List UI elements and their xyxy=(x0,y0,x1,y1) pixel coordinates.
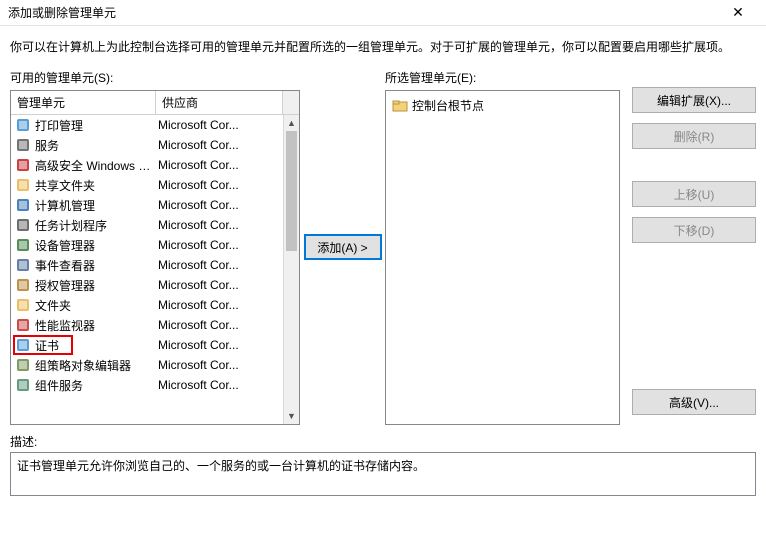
snapin-vendor: Microsoft Cor... xyxy=(158,278,295,292)
window-title: 添加或删除管理单元 xyxy=(8,4,718,21)
folder-icon xyxy=(15,177,31,193)
computer-icon xyxy=(15,197,31,213)
snapin-vendor: Microsoft Cor... xyxy=(158,338,295,352)
snapin-vendor: Microsoft Cor... xyxy=(158,198,295,212)
description-box: 证书管理单元允许你浏览自己的、一个服务的或一台计算机的证书存储内容。 xyxy=(10,452,756,496)
move-up-button[interactable]: 上移(U) xyxy=(632,181,756,207)
snapin-name: 高级安全 Windows De... xyxy=(35,157,158,174)
snapin-row[interactable]: 任务计划程序Microsoft Cor... xyxy=(11,215,299,235)
snapin-vendor: Microsoft Cor... xyxy=(158,138,295,152)
snapin-name: 共享文件夹 xyxy=(35,177,158,194)
snapin-vendor: Microsoft Cor... xyxy=(158,178,295,192)
snapin-row[interactable]: 高级安全 Windows De...Microsoft Cor... xyxy=(11,155,299,175)
scroll-thumb[interactable] xyxy=(286,131,297,251)
list-header: 管理单元 供应商 xyxy=(11,91,299,115)
header-name[interactable]: 管理单元 xyxy=(11,91,156,114)
snapin-row[interactable]: 设备管理器Microsoft Cor... xyxy=(11,235,299,255)
snapin-row[interactable]: 组件服务Microsoft Cor... xyxy=(11,375,299,395)
snapin-row[interactable]: 文件夹Microsoft Cor... xyxy=(11,295,299,315)
snapin-name: 服务 xyxy=(35,137,158,154)
snapin-name: 组件服务 xyxy=(35,377,158,394)
snapin-name: 打印管理 xyxy=(35,117,158,134)
remove-button[interactable]: 删除(R) xyxy=(632,123,756,149)
snapin-name: 事件查看器 xyxy=(35,257,158,274)
scroll-down-button[interactable]: ▼ xyxy=(284,408,299,424)
snapin-name: 证书 xyxy=(35,337,158,354)
printer-icon xyxy=(15,117,31,133)
snapin-vendor: Microsoft Cor... xyxy=(158,238,295,252)
header-scroll-spacer xyxy=(283,91,299,114)
selected-snapins-tree[interactable]: 控制台根节点 xyxy=(385,90,620,425)
snapin-row[interactable]: 共享文件夹Microsoft Cor... xyxy=(11,175,299,195)
tree-root-label: 控制台根节点 xyxy=(412,97,484,114)
snapin-vendor: Microsoft Cor... xyxy=(158,318,295,332)
snapin-name: 计算机管理 xyxy=(35,197,158,214)
snapin-row[interactable]: 服务Microsoft Cor... xyxy=(11,135,299,155)
snapin-vendor: Microsoft Cor... xyxy=(158,378,295,392)
device-icon xyxy=(15,237,31,253)
edit-extensions-button[interactable]: 编辑扩展(X)... xyxy=(632,87,756,113)
advanced-button[interactable]: 高级(V)... xyxy=(632,389,756,415)
scroll-up-button[interactable]: ▲ xyxy=(284,115,299,131)
snapin-vendor: Microsoft Cor... xyxy=(158,258,295,272)
snapin-row[interactable]: 性能监视器Microsoft Cor... xyxy=(11,315,299,335)
snapin-vendor: Microsoft Cor... xyxy=(158,118,295,132)
tree-root[interactable]: 控制台根节点 xyxy=(390,95,615,116)
snapin-name: 组策略对象编辑器 xyxy=(35,357,158,374)
add-button[interactable]: 添加(A) > xyxy=(304,234,382,260)
scrollbar[interactable]: ▲ ▼ xyxy=(283,115,299,424)
snapin-name: 性能监视器 xyxy=(35,317,158,334)
key-icon xyxy=(15,277,31,293)
folder-icon xyxy=(392,98,408,114)
snapin-row[interactable]: 证书Microsoft Cor... xyxy=(11,335,299,355)
snapin-name: 授权管理器 xyxy=(35,277,158,294)
snapin-row[interactable]: 授权管理器Microsoft Cor... xyxy=(11,275,299,295)
perf-icon xyxy=(15,317,31,333)
component-icon xyxy=(15,377,31,393)
close-button[interactable]: ✕ xyxy=(718,3,758,23)
move-down-button[interactable]: 下移(D) xyxy=(632,217,756,243)
snapin-vendor: Microsoft Cor... xyxy=(158,158,295,172)
snapin-name: 文件夹 xyxy=(35,297,158,314)
scroll-track[interactable] xyxy=(284,131,299,408)
snapin-row[interactable]: 打印管理Microsoft Cor... xyxy=(11,115,299,135)
shield-icon xyxy=(15,157,31,173)
header-vendor[interactable]: 供应商 xyxy=(156,91,283,114)
policy-icon xyxy=(15,357,31,373)
snapin-name: 任务计划程序 xyxy=(35,217,158,234)
available-snapins-list[interactable]: 管理单元 供应商 打印管理Microsoft Cor...服务Microsoft… xyxy=(10,90,300,425)
folder2-icon xyxy=(15,297,31,313)
cert-icon xyxy=(15,337,31,353)
selected-label: 所选管理单元(E): xyxy=(385,69,620,86)
snapin-row[interactable]: 组策略对象编辑器Microsoft Cor... xyxy=(11,355,299,375)
instruction-text: 你可以在计算机上为此控制台选择可用的管理单元并配置所选的一组管理单元。对于可扩展… xyxy=(0,26,766,61)
snapin-vendor: Microsoft Cor... xyxy=(158,358,295,372)
available-label: 可用的管理单元(S): xyxy=(10,69,300,86)
snapin-row[interactable]: 计算机管理Microsoft Cor... xyxy=(11,195,299,215)
description-label: 描述: xyxy=(0,425,766,452)
event-icon xyxy=(15,257,31,273)
gear-icon xyxy=(15,137,31,153)
snapin-vendor: Microsoft Cor... xyxy=(158,218,295,232)
snapin-name: 设备管理器 xyxy=(35,237,158,254)
snapin-vendor: Microsoft Cor... xyxy=(158,298,295,312)
clock-icon xyxy=(15,217,31,233)
snapin-row[interactable]: 事件查看器Microsoft Cor... xyxy=(11,255,299,275)
